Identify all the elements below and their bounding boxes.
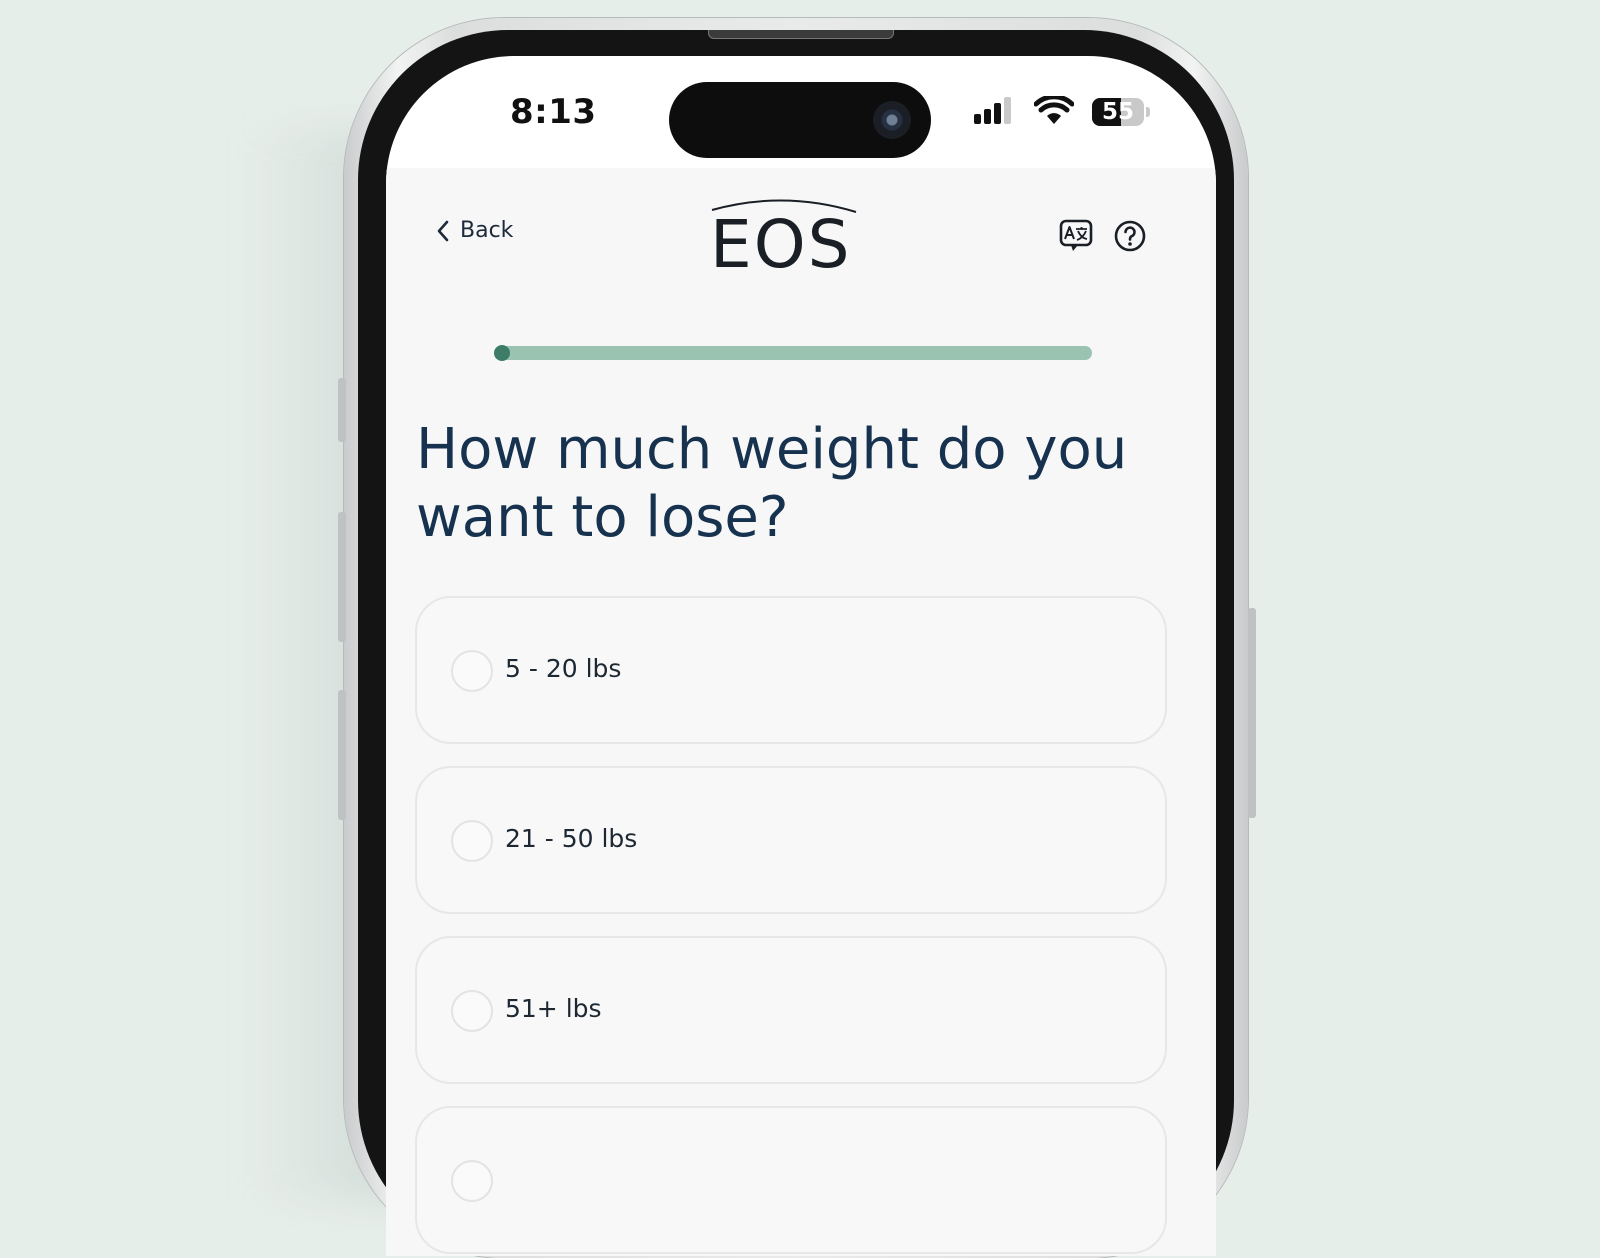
radio-button[interactable] xyxy=(451,990,493,1032)
action-button xyxy=(338,378,346,442)
radio-button[interactable] xyxy=(451,1160,493,1202)
speaker-grille xyxy=(708,30,894,39)
app-content: Back EOS How much weight do you want to … xyxy=(386,168,1216,1256)
translate-icon[interactable] xyxy=(1058,218,1094,254)
option-label: 21 - 50 lbs xyxy=(505,824,638,853)
status-time: 8:13 xyxy=(510,92,597,132)
back-label: Back xyxy=(460,218,514,243)
back-button[interactable]: Back xyxy=(436,218,513,243)
radio-button[interactable] xyxy=(451,820,493,862)
option-label: 5 - 20 lbs xyxy=(505,654,622,683)
option-label: 51+ lbs xyxy=(505,994,602,1023)
progress-bar xyxy=(494,345,1092,361)
phone-screen: 8:13 55 Back EOS How much weight do you … xyxy=(386,56,1216,1256)
radio-button[interactable] xyxy=(451,650,493,692)
battery-icon: 55 xyxy=(1092,98,1144,126)
help-icon[interactable] xyxy=(1112,218,1148,254)
front-camera-icon xyxy=(873,101,911,139)
eos-logo: EOS xyxy=(704,192,864,283)
cellular-signal-icon xyxy=(974,96,1018,126)
volume-down-button xyxy=(338,690,346,820)
battery-nub xyxy=(1146,107,1150,117)
option-5-20-lbs[interactable]: 5 - 20 lbs xyxy=(415,596,1167,744)
chevron-left-icon xyxy=(437,220,449,241)
option-4[interactable] xyxy=(415,1106,1167,1254)
progress-indicator xyxy=(494,345,510,361)
volume-up-button xyxy=(338,512,346,642)
option-51-plus-lbs[interactable]: 51+ lbs xyxy=(415,936,1167,1084)
question-heading: How much weight do you want to lose? xyxy=(416,417,1128,550)
wifi-icon xyxy=(1034,96,1074,124)
battery-percent: 55 xyxy=(1101,99,1134,125)
logo-text: EOS xyxy=(710,206,852,283)
power-button xyxy=(1248,608,1256,818)
dynamic-island xyxy=(669,82,931,158)
option-21-50-lbs[interactable]: 21 - 50 lbs xyxy=(415,766,1167,914)
